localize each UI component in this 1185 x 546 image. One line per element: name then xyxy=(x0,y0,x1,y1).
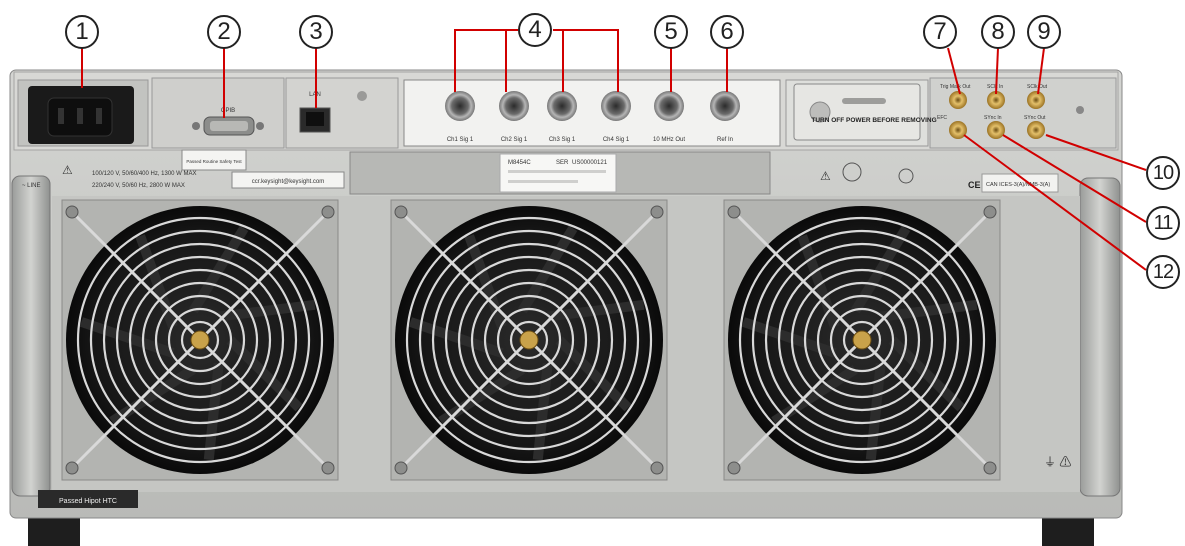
smb-label-sclk-out: SClk Out xyxy=(1027,84,1048,90)
cooling-fans xyxy=(61,199,1001,481)
bnc-label-ch2: Ch2 Sig 1 xyxy=(501,137,528,143)
bnc-ch4 xyxy=(601,91,631,121)
svg-text:⚠: ⚠ xyxy=(62,163,73,177)
power-line-1: 100/120 V, 50/60/400 Hz, 1300 W MAX xyxy=(92,171,197,177)
callout-4: 4 xyxy=(518,13,552,47)
callout-11: 11 xyxy=(1146,206,1180,240)
power-line-prefix: ~ LINE xyxy=(22,183,41,189)
fan-3 xyxy=(723,199,1001,481)
handle-left xyxy=(11,175,51,497)
callout-1: 1 xyxy=(65,15,99,49)
fan-2 xyxy=(390,199,668,481)
callout-8: 8 xyxy=(981,15,1015,49)
callout-12: 12 xyxy=(1146,255,1180,289)
callout-6: 6 xyxy=(710,15,744,49)
bnc-10mhz-out xyxy=(654,91,684,121)
model-label: M8454C xyxy=(508,160,531,166)
fan-1 xyxy=(61,199,339,481)
smb-label-efc: EFC xyxy=(937,115,947,121)
callout-3: 3 xyxy=(299,15,333,49)
bnc-ch1 xyxy=(445,91,475,121)
bnc-ref-in xyxy=(710,91,740,121)
url-sticker: ccr.keysight@keysight.com xyxy=(252,179,324,185)
foot-left xyxy=(28,515,80,546)
bnc-ch3 xyxy=(547,91,577,121)
callout-10: 10 xyxy=(1146,156,1180,190)
gpib-label: GPIB xyxy=(221,108,235,114)
safety-sticker: Passed Routine Safety Test xyxy=(186,159,242,164)
instrument-rear-panel: GPIB LAN Ch1 Sig 1 Ch2 Sig 1 Ch3 Sig 1 C… xyxy=(9,29,1147,546)
smb-label-sync-out: SYnc Out xyxy=(1024,115,1046,121)
cover-plate: TURN OFF POWER BEFORE REMOVING xyxy=(793,83,937,141)
serial-label: US00000121 xyxy=(572,160,608,166)
bnc-label-ch3: Ch3 Sig 1 xyxy=(549,137,576,143)
callout-5: 5 xyxy=(654,15,688,49)
smb-trig-mark-out xyxy=(949,91,967,109)
smb-sync-out xyxy=(1027,121,1045,139)
callout-9: 9 xyxy=(1027,15,1061,49)
smb-sync-in xyxy=(987,121,1005,139)
bnc-label-ch4: Ch4 Sig 1 xyxy=(603,137,630,143)
ce-mark: CE xyxy=(968,180,981,190)
svg-text:⏚ ⚠: ⏚ ⚠ xyxy=(1044,455,1071,469)
callout-2: 2 xyxy=(207,15,241,49)
hipot-sticker: Passed Hipot HTC xyxy=(59,498,117,505)
can-ices-label: CAN ICES-3(A)/NMB-3(A) xyxy=(986,182,1050,188)
smb-sclk-out xyxy=(1027,91,1045,109)
foot-right xyxy=(1042,515,1094,546)
bnc-label-ch1: Ch1 Sig 1 xyxy=(447,137,474,143)
smb-label-sync-in: SYnc In xyxy=(984,115,1002,121)
ac-power-inlet xyxy=(28,86,134,144)
smb-label-sclk-in: SClk In xyxy=(987,84,1003,90)
power-warning-text: TURN OFF POWER BEFORE REMOVING xyxy=(811,117,936,124)
svg-text:⚠: ⚠ xyxy=(820,169,831,183)
smb-label-trig: Trig Mark Out xyxy=(940,84,971,90)
serial-prefix: SER xyxy=(556,160,569,166)
power-line-2: 220/240 V, 50/60 Hz, 2800 W MAX xyxy=(92,183,185,189)
bnc-label-10mhz: 10 MHz Out xyxy=(653,137,685,143)
bnc-ch2 xyxy=(499,91,529,121)
callout-7: 7 xyxy=(923,15,957,49)
rear-panel-figure: GPIB LAN Ch1 Sig 1 Ch2 Sig 1 Ch3 Sig 1 C… xyxy=(0,0,1185,546)
bnc-label-refin: Ref In xyxy=(717,137,733,143)
